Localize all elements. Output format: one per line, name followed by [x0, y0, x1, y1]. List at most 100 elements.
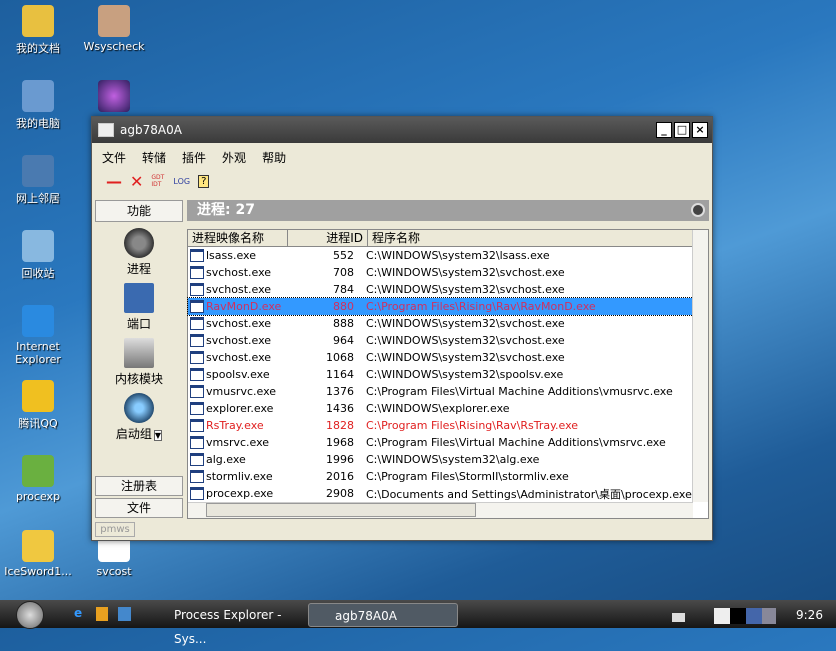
table-row[interactable]: svchost.exe 888 C:\WINDOWS\system32\svchos…	[188, 315, 693, 332]
process-table: 进程映像名称 进程ID 程序名称 lsass.exe 552 C:\WINDOWS\…	[187, 229, 709, 519]
nav-process[interactable]: 进程	[95, 228, 183, 277]
path: C:\Program Files\Virtual Machine Additio…	[366, 385, 673, 398]
table-row[interactable]: procexp.exe 2908 C:\Documents and Settings…	[188, 485, 693, 502]
pid: 1164	[326, 368, 354, 381]
nav-ports[interactable]: 端口	[95, 283, 183, 332]
table-row[interactable]: svchost.exe 784 C:\WINDOWS\system32\svchos…	[188, 281, 693, 298]
close-button[interactable]: ×	[692, 122, 708, 138]
desktop-icon[interactable]	[76, 80, 152, 115]
desktop-icon[interactable]: 回收站	[0, 230, 76, 281]
table-row[interactable]: RavMonD.exe 880 C:\Program Files\Rising\Ra…	[187, 297, 694, 316]
menu-view[interactable]: 外观	[222, 149, 246, 166]
vertical-scrollbar[interactable]	[692, 230, 708, 502]
desktop-icon[interactable]: procexp	[0, 455, 76, 503]
menu-dump[interactable]: 转储	[142, 149, 166, 166]
network-icon	[124, 283, 154, 313]
desktop-icon-image	[22, 5, 54, 37]
nav-registry[interactable]: 注册表	[95, 476, 183, 496]
pid: 1436	[326, 402, 354, 415]
process-icon	[190, 249, 204, 262]
function-panel: 功能 进程 端口 内核模块 启动组 ▼ 注册表 文件	[95, 200, 183, 520]
process-icon	[190, 453, 204, 466]
table-row[interactable]: lsass.exe 552 C:\WINDOWS\system32\lsass.ex…	[188, 247, 693, 264]
desktop-icon[interactable]: 我的电脑	[0, 80, 76, 131]
table-row[interactable]: RsTray.exe 1828 C:\Program Files\Rising\Ra…	[188, 417, 693, 434]
table-row[interactable]: alg.exe 1996 C:\WINDOWS\system32\alg.exe	[188, 451, 693, 468]
nav-kernel-modules[interactable]: 内核模块	[95, 338, 183, 387]
desktop-icon-image	[22, 455, 54, 487]
process-icon	[190, 470, 204, 483]
menu-bar: 文件 转储 插件 外观 帮助	[92, 145, 712, 169]
pid: 1996	[326, 453, 354, 466]
table-row[interactable]: svchost.exe 964 C:\WINDOWS\system32\svchos…	[188, 332, 693, 349]
refresh-icon[interactable]	[691, 203, 705, 217]
path: C:\WINDOWS\system32\svchost.exe	[366, 266, 565, 279]
path: C:\Program Files\Rising\Rav\RavMonD.exe	[366, 300, 596, 313]
path: C:\WINDOWS\explorer.exe	[366, 402, 510, 415]
delete-icon[interactable]: ✕	[130, 172, 143, 191]
desktop-icon[interactable]: 网上邻居	[0, 155, 76, 206]
table-row[interactable]: spoolsv.exe 1164 C:\WINDOWS\system32\spool…	[188, 366, 693, 383]
desktop-icon[interactable]: 腾讯QQ	[0, 380, 76, 431]
table-row[interactable]: explorer.exe 1436 C:\WINDOWS\explorer.exe	[188, 400, 693, 417]
path: C:\WINDOWS\system32\svchost.exe	[366, 351, 565, 364]
image-name: spoolsv.exe	[206, 368, 270, 381]
table-row[interactable]: vmsrvc.exe 1968 C:\Program Files\Virtual M…	[188, 434, 693, 451]
desktop-icon-label: svcost	[96, 565, 132, 578]
desktop-icon[interactable]: IceSword1...	[0, 530, 76, 578]
log-button[interactable]: LOG	[173, 177, 190, 186]
menu-file[interactable]: 文件	[102, 149, 126, 166]
start-button[interactable]	[16, 601, 44, 629]
scroll-down-button[interactable]: ▼	[153, 430, 163, 441]
col-pid[interactable]: 进程ID	[288, 230, 368, 246]
nav-startup[interactable]: 启动组 ▼	[95, 393, 183, 442]
desktop-icon-label: Wsyscheck	[83, 40, 145, 53]
table-row[interactable]: vmusrvc.exe 1376 C:\Program Files\Virtual …	[188, 383, 693, 400]
help-icon[interactable]: ?	[198, 174, 210, 188]
pid: 1968	[326, 436, 354, 449]
task-process-explorer[interactable]: Process Explorer - Sys...	[148, 603, 298, 646]
horizontal-scrollbar[interactable]	[188, 502, 693, 518]
tray-icons[interactable]	[714, 608, 776, 624]
keyboard-icon[interactable]	[672, 613, 685, 622]
process-count: 进程: 27	[187, 200, 709, 221]
minimize-button[interactable]: _	[656, 122, 672, 138]
table-row[interactable]: svchost.exe 1068 C:\WINDOWS\system32\svcho…	[188, 349, 693, 366]
desktop-icon[interactable]: 我的文档	[0, 5, 76, 56]
pid: 964	[333, 334, 354, 347]
pid: 1376	[326, 385, 354, 398]
desktop-icon-image	[22, 305, 54, 337]
process-icon	[190, 283, 204, 296]
gdt-idt-button[interactable]: GDT IDT	[151, 174, 165, 188]
app-quicklaunch-icon[interactable]	[118, 607, 131, 621]
col-image-name[interactable]: 进程映像名称	[188, 230, 288, 246]
minus-icon[interactable]: —	[106, 172, 122, 191]
menu-help[interactable]: 帮助	[262, 149, 286, 166]
desktop-icon-label: procexp	[15, 490, 61, 503]
table-row[interactable]: stormliv.exe 2016 C:\Program Files\StormII…	[188, 468, 693, 485]
path: C:\WINDOWS\system32\lsass.exe	[366, 249, 550, 262]
function-header: 功能	[95, 200, 183, 222]
table-row[interactable]: svchost.exe 708 C:\WINDOWS\system32\svchos…	[188, 264, 693, 281]
image-name: svchost.exe	[206, 266, 272, 279]
desktop-icon[interactable]: Internet Explorer	[0, 305, 76, 366]
path: C:\WINDOWS\system32\spoolsv.exe	[366, 368, 564, 381]
process-icon	[190, 385, 204, 398]
menu-plugins[interactable]: 插件	[182, 149, 206, 166]
shield-quicklaunch-icon[interactable]	[96, 607, 108, 621]
process-icon	[190, 317, 204, 330]
ie-quicklaunch-icon[interactable]: e	[74, 606, 82, 620]
nav-files[interactable]: 文件	[95, 498, 183, 518]
clock: 9:26	[796, 608, 823, 622]
image-name: RsTray.exe	[206, 419, 264, 432]
desktop-icon-label: 我的电脑	[16, 117, 60, 130]
pid: 2016	[326, 470, 354, 483]
maximize-button[interactable]: □	[674, 122, 690, 138]
task-agb78a0a[interactable]: agb78A0A	[308, 603, 458, 627]
col-path[interactable]: 程序名称	[368, 230, 708, 246]
pid: 552	[333, 249, 354, 262]
title-bar[interactable]: agb78A0A _ □ ×	[92, 117, 712, 143]
desktop-icon-image	[98, 80, 130, 112]
desktop-icon[interactable]: Wsyscheck	[76, 5, 152, 53]
toolbar: — ✕ GDT IDT LOG ?	[92, 169, 712, 193]
